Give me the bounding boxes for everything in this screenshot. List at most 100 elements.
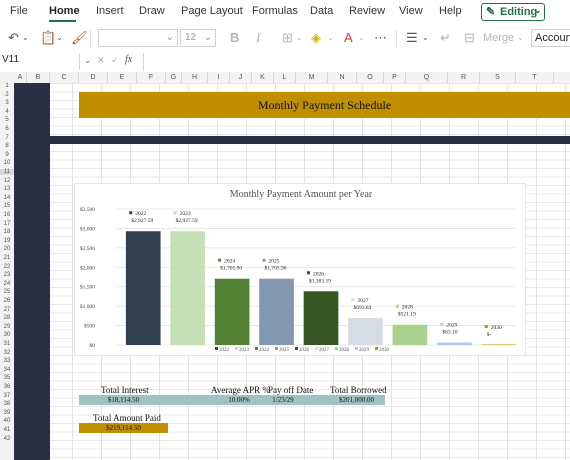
payoff-value[interactable]: 1/23/29 [259,396,307,404]
column-header[interactable]: I [208,72,230,83]
row-header[interactable]: 41 [0,427,14,433]
formula-input[interactable] [143,53,570,71]
row-header[interactable]: 37 [0,393,14,399]
format-painter-icon[interactable]: 🖌 [71,30,88,46]
fill-color-icon[interactable]: ◈ [311,30,321,46]
tab-home[interactable]: Home [49,5,80,17]
column-header[interactable]: N [328,72,357,83]
wrap-text-icon[interactable]: ↵ [440,30,451,46]
column-header[interactable]: S [480,72,516,83]
tab-insert[interactable]: Insert [96,5,124,17]
column-header[interactable]: A [14,72,27,83]
fx-icon[interactable]: fx [125,54,132,65]
tab-page-layout[interactable]: Page Layout [181,5,243,17]
row-header[interactable]: 5 [0,117,14,123]
row-header[interactable]: 30 [0,332,14,338]
name-box-dropdown-icon[interactable]: ⌄ [84,55,92,66]
row-header[interactable]: 27 [0,307,14,313]
row-header[interactable]: 15 [0,203,14,209]
row-header[interactable]: 38 [0,401,14,407]
total-interest-value[interactable]: $18,114.50 [79,396,168,404]
bold-icon[interactable]: B [230,30,239,45]
align-dropdown-icon[interactable]: ⌄ [422,33,429,42]
row-header[interactable]: 14 [0,195,14,201]
title-banner[interactable]: Monthly Payment Schedule [79,92,570,118]
merge-icon[interactable]: ⊟ [464,30,475,46]
row-header[interactable]: 31 [0,341,14,347]
row-header[interactable]: 7 [0,135,14,141]
row-header[interactable]: 17 [0,221,14,227]
row-header[interactable]: 36 [0,384,14,390]
tab-formulas[interactable]: Formulas [252,5,298,17]
row-header[interactable]: 11 [0,169,14,175]
row-header[interactable]: 23 [0,272,14,278]
row-header[interactable]: 12 [0,178,14,184]
tab-data[interactable]: Data [310,5,333,17]
column-header[interactable]: E [108,72,137,83]
row-header[interactable]: 13 [0,186,14,192]
row-header[interactable]: 35 [0,375,14,381]
row-header[interactable]: 25 [0,289,14,295]
column-header[interactable]: K [252,72,274,83]
row-header[interactable]: 24 [0,281,14,287]
payment-chart[interactable]: Monthly Payment Amount per Year $0 $500 $1… [74,183,526,356]
column-header[interactable]: T [516,72,554,83]
column-header[interactable]: G [166,72,182,83]
row-header[interactable]: 19 [0,238,14,244]
row-header[interactable]: 9 [0,152,14,158]
row-header[interactable]: 16 [0,212,14,218]
row-header[interactable]: 3 [0,100,14,106]
row-header[interactable]: 4 [0,109,14,115]
borders-dropdown-icon[interactable]: ⌄ [296,33,303,42]
column-header[interactable]: F [137,72,166,83]
row-header[interactable]: 33 [0,358,14,364]
row-header[interactable]: 29 [0,324,14,330]
column-header[interactable]: L [274,72,296,83]
undo-dropdown-icon[interactable]: ⌄ [22,33,29,42]
font-name-select[interactable]: ⌄ [98,29,178,47]
merge-dropdown-icon[interactable]: ⌄ [517,33,524,42]
paste-icon[interactable]: 📋 [40,30,56,46]
column-header[interactable]: O [357,72,384,83]
tab-draw[interactable]: Draw [139,5,165,17]
row-header[interactable]: 34 [0,367,14,373]
row-header[interactable]: 40 [0,418,14,424]
total-paid-cell[interactable]: $219,114.50 [79,423,168,433]
borders-icon[interactable]: ⊞ [282,30,293,46]
borrowed-value[interactable]: $201,000.00 [328,396,385,404]
column-header[interactable]: Q [406,72,448,83]
confirm-icon[interactable]: ✓ [111,55,119,66]
column-header[interactable]: J [230,72,252,83]
row-header[interactable]: 28 [0,315,14,321]
row-header[interactable]: 10 [0,160,14,166]
row-header[interactable]: 39 [0,410,14,416]
column-header[interactable]: P [384,72,406,83]
column-header[interactable]: R [448,72,480,83]
cancel-icon[interactable]: ✕ [97,55,105,66]
row-header[interactable]: 1 [0,83,14,89]
column-header[interactable]: M [296,72,328,83]
row-header[interactable]: 26 [0,298,14,304]
column-header[interactable]: D [79,72,108,83]
fill-color-dropdown-icon[interactable]: ⌄ [327,33,334,42]
row-header[interactable]: 20 [0,246,14,252]
row-header[interactable]: 6 [0,126,14,132]
row-header[interactable]: 22 [0,264,14,270]
apr-value[interactable]: 10.00% [219,396,259,404]
tab-review[interactable]: Review [349,5,385,17]
align-icon[interactable]: ☰ [406,30,418,46]
italic-icon[interactable]: I [256,30,260,46]
tab-view[interactable]: View [399,5,423,17]
column-header[interactable]: B [27,72,50,83]
row-header[interactable]: 42 [0,436,14,442]
name-box[interactable]: V11 [0,54,80,70]
font-size-select[interactable]: 12 ⌄ [180,29,216,47]
font-color-dropdown-icon[interactable]: ⌄ [358,33,365,42]
row-header[interactable]: 2 [0,92,14,98]
row-header[interactable]: 21 [0,255,14,261]
number-format-select[interactable]: Account [531,29,570,47]
column-header[interactable]: C [50,72,79,83]
tab-help[interactable]: Help [439,5,462,17]
column-header[interactable]: H [182,72,208,83]
font-color-icon[interactable]: A [344,30,353,45]
